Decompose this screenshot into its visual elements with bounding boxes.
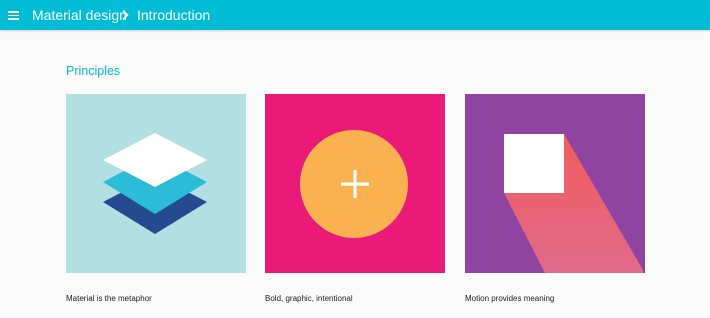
plus-circle-icon: [300, 130, 408, 238]
layers-icon: [103, 133, 207, 234]
card-caption: Bold, graphic, intentional: [265, 294, 353, 303]
breadcrumb-current: Introduction: [137, 7, 211, 23]
app-bar: Material design Introduction: [0, 0, 710, 30]
card-caption: Motion provides meaning: [465, 294, 555, 303]
card-bold-graphic[interactable]: [265, 94, 445, 273]
section-title: Principles: [66, 64, 121, 78]
card-material-metaphor[interactable]: [66, 94, 246, 273]
card-motion-meaning[interactable]: [465, 94, 645, 273]
menu-icon[interactable]: [8, 9, 19, 21]
square-shadow-icon: [504, 134, 643, 273]
breadcrumb-root[interactable]: Material design: [32, 6, 127, 24]
chevron-right-icon: [122, 9, 129, 21]
card-caption: Material is the metaphor: [66, 294, 152, 303]
